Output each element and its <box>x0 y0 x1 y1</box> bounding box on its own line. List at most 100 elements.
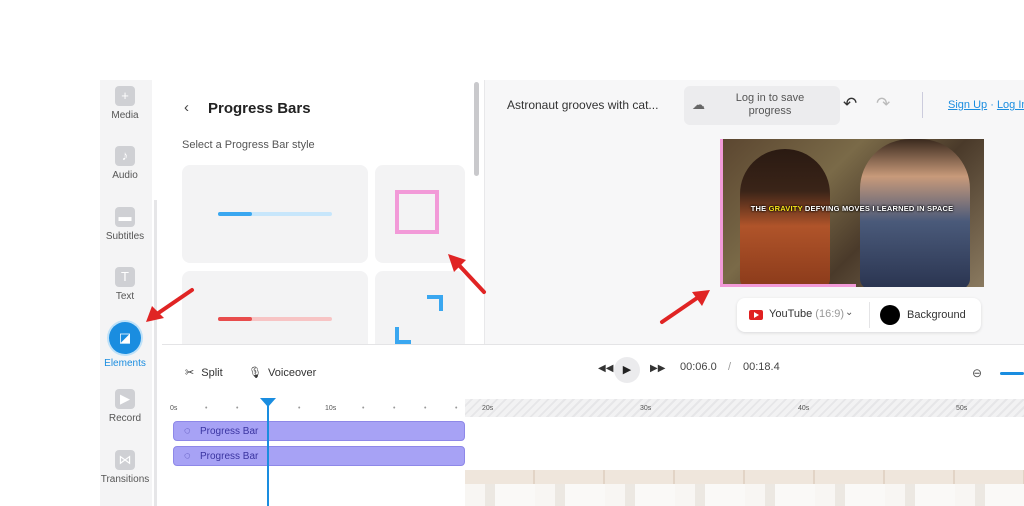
video-person-right <box>860 139 970 287</box>
redo-icon[interactable]: ↷ <box>876 94 890 114</box>
progress-bar-overlay-bottom <box>720 284 856 287</box>
loading-circle-icon: ◌ <box>184 450 191 462</box>
fill-bar <box>218 317 252 321</box>
panel-subtitle: Select a Progress Bar style <box>182 139 315 151</box>
corner-bottom-left <box>395 327 411 344</box>
time-separator: / <box>728 361 732 373</box>
project-title[interactable]: Astronaut grooves with cat... <box>507 98 658 112</box>
voiceover-label: Voiceover <box>268 367 317 379</box>
annotation-arrow-progress-overlay <box>660 290 710 324</box>
format-divider <box>869 302 870 328</box>
sidebar-item-transitions[interactable]: ⋈ Transitions <box>100 450 150 485</box>
zoom-out-icon[interactable]: ⊖ <box>972 366 982 380</box>
sign-up-link[interactable]: Sign Up <box>948 99 987 111</box>
elements-icon: ◪ <box>109 322 141 354</box>
ruler-tick: 30s <box>640 405 652 412</box>
ruler-tick: 0s <box>170 405 178 412</box>
ruler-tick: 20s <box>482 405 494 412</box>
sidebar-item-label: Transitions <box>100 474 150 485</box>
ruler-dot: • <box>362 405 365 412</box>
ruler-tick: 10s <box>325 405 337 412</box>
timeline-clip-progress-bar[interactable]: ◌ Progress Bar <box>173 446 465 466</box>
filmstrip-frames <box>465 484 1024 506</box>
sidebar-item-elements[interactable]: ◪ Elements <box>100 322 150 369</box>
chevron-down-icon[interactable]: ⌄ <box>845 307 853 318</box>
ruler-dot: • <box>393 405 396 412</box>
rewind-icon[interactable]: ◀◀ <box>598 363 613 374</box>
format-select[interactable]: YouTube (16:9) <box>769 308 844 320</box>
text-icon: T <box>115 267 135 287</box>
header-divider <box>922 92 923 118</box>
sidebar-item-subtitles[interactable]: ▬ Subtitles <box>100 207 150 242</box>
ruler-dot: • <box>455 405 458 412</box>
ruler-tick: 40s <box>798 405 810 412</box>
play-icon: ▶ <box>622 364 632 376</box>
corner-top-right <box>427 295 443 311</box>
split-button[interactable]: ✂ Split <box>185 366 223 379</box>
caption-highlight: GRAVITY <box>768 204 803 213</box>
sidebar-scrollbar[interactable] <box>154 200 157 506</box>
total-time: 00:18.4 <box>743 361 780 373</box>
loading-circle-icon: ◌ <box>184 425 191 437</box>
scissors-icon: ✂ <box>185 367 195 379</box>
format-ratio: (16:9) <box>815 308 845 320</box>
caption-before: THE <box>750 204 769 213</box>
sidebar-item-record[interactable]: ▶ Record <box>100 389 150 424</box>
sidebar-item-label: Elements <box>104 358 146 369</box>
progress-style-card-linear-blue[interactable] <box>182 165 368 263</box>
ruler-dot: • <box>205 405 208 412</box>
panel-title: Progress Bars <box>208 100 311 117</box>
auth-separator: · <box>990 99 994 111</box>
sidebar-item-label: Media <box>111 110 139 121</box>
timeline-ruler-empty <box>465 399 1024 417</box>
sidebar-item-label: Record <box>108 413 142 424</box>
playhead-line[interactable] <box>267 398 269 506</box>
youtube-icon <box>749 310 763 320</box>
sidebar-item-label: Subtitles <box>105 231 145 242</box>
ruler-tick: 50s <box>956 405 968 412</box>
playhead-handle[interactable] <box>260 398 276 407</box>
sidebar-item-label: Audio <box>112 170 138 181</box>
square-outline <box>395 190 439 234</box>
background-label[interactable]: Background <box>907 309 966 321</box>
progress-style-card-square-pink[interactable] <box>375 165 465 263</box>
microphone-icon: 🎙 <box>248 367 262 379</box>
progress-bar-overlay-left <box>720 139 723 287</box>
video-caption: THE GRAVITY DEFYING MOVES I LEARNED IN S… <box>720 204 984 213</box>
format-label: YouTube <box>769 308 813 320</box>
ruler-dot: • <box>298 405 301 412</box>
fast-forward-icon[interactable]: ▶▶ <box>650 363 665 374</box>
progress-style-card-linear-red[interactable] <box>182 271 368 344</box>
play-button[interactable]: ▶ <box>614 357 640 383</box>
cloud-off-icon: ☁ <box>692 97 705 112</box>
ruler-dot: • <box>424 405 427 412</box>
subtitles-icon: ▬ <box>115 207 135 227</box>
background-color-swatch[interactable] <box>880 305 900 325</box>
fill-bar <box>218 212 252 216</box>
back-chevron-icon[interactable]: ‹ <box>184 99 189 116</box>
caption-after: DEFYING MOVES I LEARNED IN SPACE <box>802 204 954 213</box>
music-note-icon: ♪ <box>115 146 135 166</box>
auth-links: Sign Up · Log In <box>948 99 1024 111</box>
sidebar-item-media[interactable]: + Media <box>100 86 150 121</box>
sidebar-item-label: Text <box>115 291 135 302</box>
save-progress-label: Log in to save progress <box>735 92 805 117</box>
current-time: 00:06.0 <box>680 361 717 373</box>
panel-scrollbar[interactable] <box>474 82 479 176</box>
split-label: Split <box>201 367 223 379</box>
clip-label: Progress Bar <box>200 426 259 437</box>
sidebar-item-audio[interactable]: ♪ Audio <box>100 146 150 181</box>
zoom-slider[interactable] <box>1000 372 1024 375</box>
voiceover-button[interactable]: 🎙 Voiceover <box>248 366 316 379</box>
undo-icon[interactable]: ↶ <box>843 94 857 114</box>
clip-label: Progress Bar <box>200 451 259 462</box>
save-progress-button[interactable]: ☁ Log in to save progress <box>684 86 840 125</box>
log-in-link[interactable]: Log In <box>997 99 1024 111</box>
timeline-clip-progress-bar[interactable]: ◌ Progress Bar <box>173 421 465 441</box>
annotation-arrow-square-style <box>448 254 486 294</box>
plus-icon: + <box>115 86 135 106</box>
annotation-arrow-elements <box>146 288 194 322</box>
timeline-divider <box>162 344 1024 345</box>
ruler-dot: • <box>236 405 239 412</box>
video-preview[interactable]: THE GRAVITY DEFYING MOVES I LEARNED IN S… <box>720 139 984 287</box>
